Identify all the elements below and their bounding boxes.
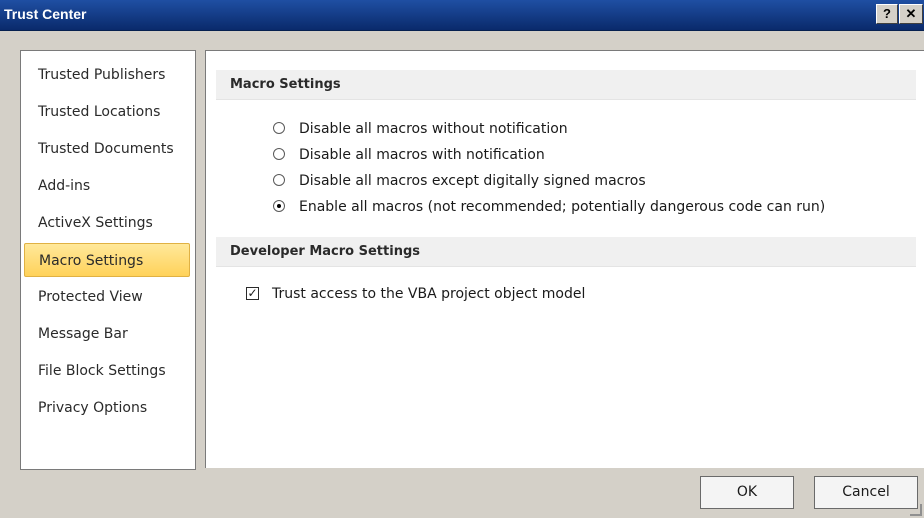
radio-label: Enable all macros (not recommended; pote…: [299, 199, 826, 215]
radio-disable-with-notification[interactable]: Disable all macros with notification: [273, 144, 545, 166]
sidebar-nav: Trusted Publishers Trusted Locations Tru…: [20, 50, 196, 470]
sidebar-item-trusted-documents[interactable]: Trusted Documents: [24, 132, 190, 166]
radio-button[interactable]: [273, 122, 285, 134]
ok-button[interactable]: OK: [700, 476, 794, 509]
checkbox-checked[interactable]: ✓: [246, 287, 259, 300]
window-title: Trust Center: [4, 6, 87, 22]
radio-label: Disable all macros with notification: [299, 147, 545, 163]
checkbox-trust-vba[interactable]: ✓ Trust access to the VBA project object…: [246, 283, 586, 305]
sidebar-item-add-ins[interactable]: Add-ins: [24, 169, 190, 203]
sidebar-item-trusted-publishers[interactable]: Trusted Publishers: [24, 58, 190, 92]
sidebar-item-macro-settings[interactable]: Macro Settings: [24, 243, 190, 277]
radio-label: Disable all macros without notification: [299, 121, 568, 137]
resize-grip-icon[interactable]: [910, 504, 922, 516]
close-button[interactable]: ✕: [899, 4, 923, 24]
sidebar-item-file-block-settings[interactable]: File Block Settings: [24, 354, 190, 388]
radio-button[interactable]: [273, 174, 285, 186]
title-bar: Trust Center ? ✕: [0, 0, 924, 31]
checkbox-label: Trust access to the VBA project object m…: [272, 286, 586, 302]
sidebar-item-trusted-locations[interactable]: Trusted Locations: [24, 95, 190, 129]
settings-panel: Macro Settings Disable all macros withou…: [205, 50, 924, 468]
radio-disable-no-notification[interactable]: Disable all macros without notification: [273, 118, 568, 140]
cancel-button[interactable]: Cancel: [814, 476, 918, 509]
radio-button-selected[interactable]: [273, 200, 285, 212]
sidebar-item-privacy-options[interactable]: Privacy Options: [24, 391, 190, 425]
macro-settings-heading: Macro Settings: [216, 70, 916, 100]
sidebar-item-activex-settings[interactable]: ActiveX Settings: [24, 206, 190, 240]
radio-button[interactable]: [273, 148, 285, 160]
radio-enable-all[interactable]: Enable all macros (not recommended; pote…: [273, 196, 826, 218]
radio-label: Disable all macros except digitally sign…: [299, 173, 646, 189]
developer-macro-settings-heading: Developer Macro Settings: [216, 237, 916, 267]
sidebar-item-protected-view[interactable]: Protected View: [24, 280, 190, 314]
radio-disable-except-signed[interactable]: Disable all macros except digitally sign…: [273, 170, 646, 192]
help-button[interactable]: ?: [876, 4, 898, 24]
sidebar-item-message-bar[interactable]: Message Bar: [24, 317, 190, 351]
